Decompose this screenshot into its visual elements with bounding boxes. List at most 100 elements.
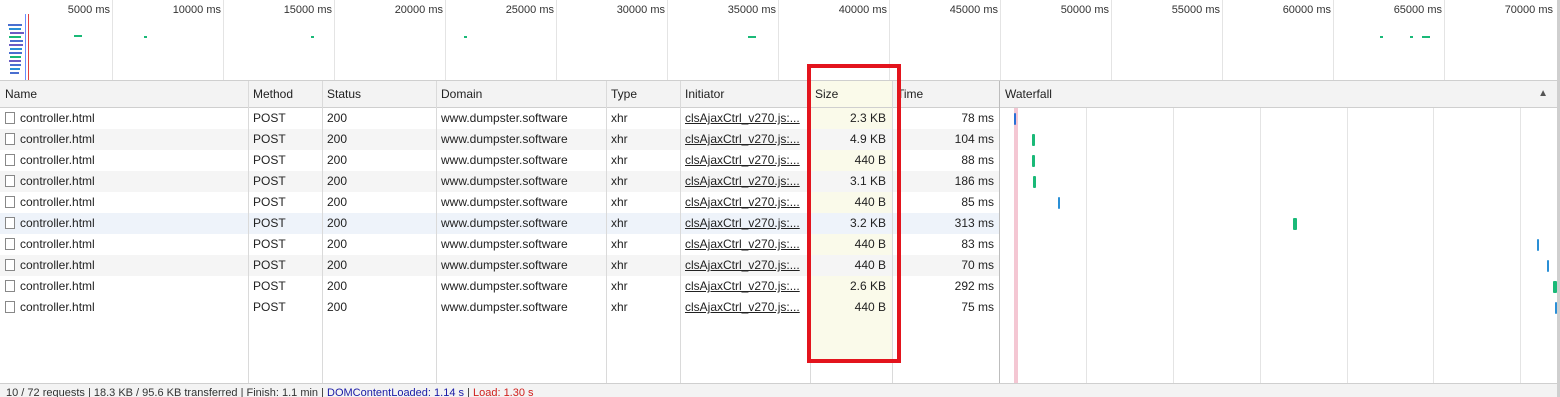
- column-header-type[interactable]: Type: [606, 81, 680, 107]
- initiator-link[interactable]: clsAjaxCtrl_v270.js:...: [685, 111, 800, 125]
- request-time: 85 ms: [961, 195, 994, 209]
- request-name-cell: controller.html: [0, 192, 248, 213]
- file-icon: [5, 301, 15, 313]
- overview-tick-label: 55000 ms: [1171, 4, 1220, 16]
- request-name: controller.html: [20, 258, 95, 272]
- column-divider[interactable]: [606, 81, 607, 384]
- request-time: 83 ms: [961, 237, 994, 251]
- request-name-cell: controller.html: [0, 108, 248, 129]
- request-time: 186 ms: [954, 174, 994, 188]
- column-header-waterfall[interactable]: Waterfall ▲: [1000, 81, 1560, 107]
- request-type: xhr: [611, 132, 628, 146]
- file-icon: [5, 196, 15, 208]
- request-status: 200: [327, 132, 348, 146]
- request-type: xhr: [611, 279, 628, 293]
- request-initiator-cell: clsAjaxCtrl_v270.js:...: [680, 129, 810, 150]
- request-type: xhr: [611, 195, 628, 209]
- request-name-cell: controller.html: [0, 150, 248, 171]
- request-type: xhr: [611, 111, 628, 125]
- request-domain: www.dumpster.software: [441, 132, 568, 146]
- request-initiator-cell: clsAjaxCtrl_v270.js:...: [680, 150, 810, 171]
- overview-timeline[interactable]: 5000 ms 10000 ms 15000 ms 20000 ms 25000…: [0, 0, 1560, 81]
- request-method: POST: [253, 174, 286, 188]
- request-initiator-cell: clsAjaxCtrl_v270.js:...: [680, 276, 810, 297]
- initiator-link[interactable]: clsAjaxCtrl_v270.js:...: [685, 300, 800, 314]
- waterfall-bar[interactable]: [1537, 239, 1539, 251]
- table-header: Name Method Status Domain Type Initiator…: [0, 81, 1560, 108]
- request-domain: www.dumpster.software: [441, 111, 568, 125]
- request-method: POST: [253, 195, 286, 209]
- initiator-link[interactable]: clsAjaxCtrl_v270.js:...: [685, 279, 800, 293]
- waterfall-header-label: Waterfall: [1005, 87, 1052, 101]
- request-status: 200: [327, 300, 348, 314]
- column-divider[interactable]: [680, 81, 681, 384]
- overview-gridline: [556, 0, 557, 80]
- initiator-link[interactable]: clsAjaxCtrl_v270.js:...: [685, 258, 800, 272]
- initiator-link[interactable]: clsAjaxCtrl_v270.js:...: [685, 153, 800, 167]
- overview-request-mark: [74, 35, 82, 37]
- status-domcontentloaded: DOMContentLoaded: 1.14 s: [327, 387, 464, 397]
- status-bar: 10 / 72 requests | 18.3 KB / 95.6 KB tra…: [0, 383, 1560, 397]
- waterfall-bar[interactable]: [1032, 134, 1035, 146]
- request-domain: www.dumpster.software: [441, 216, 568, 230]
- column-divider[interactable]: [322, 81, 323, 384]
- sort-triangle-icon[interactable]: ▲: [1538, 81, 1548, 107]
- overview-gridline: [445, 0, 446, 80]
- overview-gridline: [1222, 0, 1223, 80]
- column-header-method[interactable]: Method: [248, 81, 322, 107]
- waterfall-bar[interactable]: [1032, 155, 1035, 167]
- initiator-link[interactable]: clsAjaxCtrl_v270.js:...: [685, 237, 800, 251]
- overview-tick-label: 35000 ms: [727, 4, 776, 16]
- initiator-link[interactable]: clsAjaxCtrl_v270.js:...: [685, 195, 800, 209]
- request-domain: www.dumpster.software: [441, 300, 568, 314]
- waterfall-area: [1000, 108, 1560, 384]
- column-header-initiator[interactable]: Initiator: [680, 81, 810, 107]
- column-header-time[interactable]: Time: [892, 81, 1000, 107]
- request-time: 78 ms: [961, 111, 994, 125]
- request-method: POST: [253, 237, 286, 251]
- column-header-name[interactable]: Name: [0, 81, 248, 107]
- column-divider[interactable]: [436, 81, 437, 384]
- waterfall-bar[interactable]: [1033, 176, 1036, 188]
- initiator-link[interactable]: clsAjaxCtrl_v270.js:...: [685, 174, 800, 188]
- waterfall-bar[interactable]: [1058, 197, 1060, 209]
- initiator-link[interactable]: clsAjaxCtrl_v270.js:...: [685, 216, 800, 230]
- overview-tick-label: 20000 ms: [394, 4, 443, 16]
- column-divider[interactable]: [248, 81, 249, 384]
- overview-tick-label: 40000 ms: [838, 4, 887, 16]
- request-initiator-cell: clsAjaxCtrl_v270.js:...: [680, 108, 810, 129]
- request-method: POST: [253, 153, 286, 167]
- waterfall-bar[interactable]: [1293, 218, 1297, 230]
- overview-request-mark: [1380, 36, 1383, 38]
- overview-tick-label: 25000 ms: [505, 4, 554, 16]
- request-status: 200: [327, 174, 348, 188]
- overview-gridline: [1444, 0, 1445, 80]
- request-name-cell: controller.html: [0, 171, 248, 192]
- request-method: POST: [253, 279, 286, 293]
- request-initiator-cell: clsAjaxCtrl_v270.js:...: [680, 234, 810, 255]
- request-name-cell: controller.html: [0, 255, 248, 276]
- initiator-link[interactable]: clsAjaxCtrl_v270.js:...: [685, 132, 800, 146]
- column-header-domain[interactable]: Domain: [436, 81, 606, 107]
- waterfall-load-marker: [1014, 108, 1018, 384]
- file-icon: [5, 217, 15, 229]
- file-icon: [5, 238, 15, 250]
- request-domain: www.dumpster.software: [441, 237, 568, 251]
- request-name: controller.html: [20, 195, 95, 209]
- overview-request-mark: [1422, 36, 1430, 38]
- requests-table: Name Method Status Domain Type Initiator…: [0, 81, 1560, 384]
- request-method: POST: [253, 111, 286, 125]
- request-domain: www.dumpster.software: [441, 279, 568, 293]
- overview-tick-label: 50000 ms: [1060, 4, 1109, 16]
- request-type: xhr: [611, 300, 628, 314]
- waterfall-bar[interactable]: [1014, 113, 1016, 125]
- column-header-status[interactable]: Status: [322, 81, 436, 107]
- overview-tick-label: 60000 ms: [1282, 4, 1331, 16]
- request-time: 313 ms: [954, 216, 994, 230]
- waterfall-bar[interactable]: [1547, 260, 1549, 272]
- request-initiator-cell: clsAjaxCtrl_v270.js:...: [680, 213, 810, 234]
- request-time: 88 ms: [961, 153, 994, 167]
- request-name: controller.html: [20, 132, 95, 146]
- request-status: 200: [327, 195, 348, 209]
- request-domain: www.dumpster.software: [441, 153, 568, 167]
